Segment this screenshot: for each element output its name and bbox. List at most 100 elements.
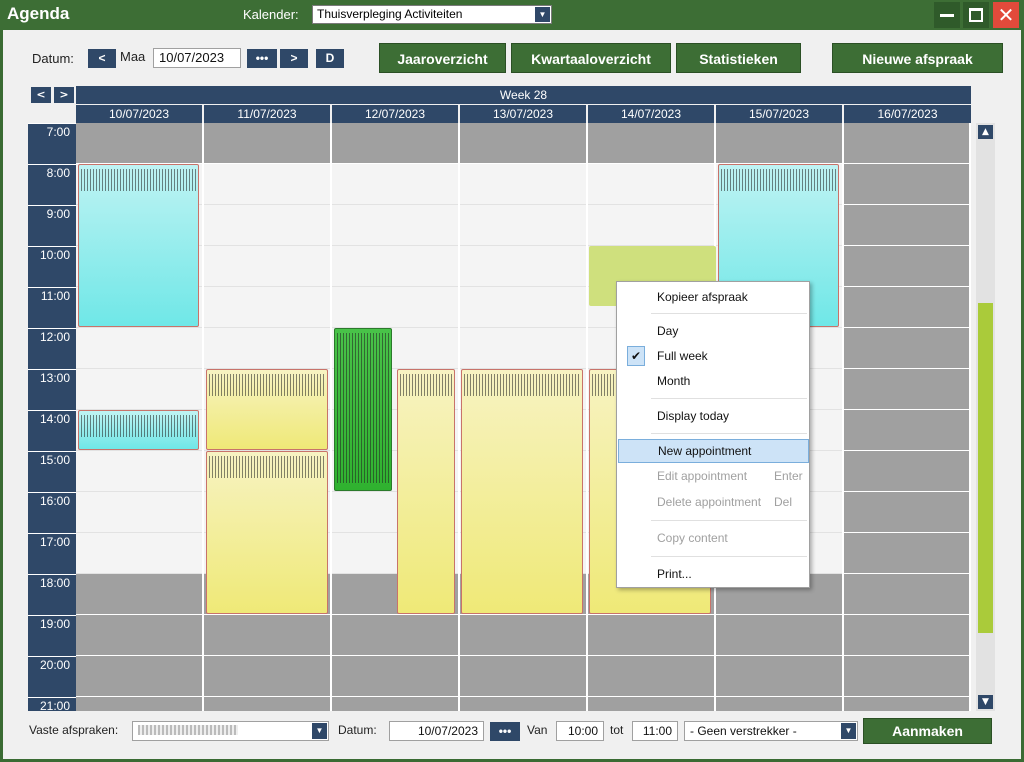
from-time-input[interactable]: 10:00 xyxy=(556,721,604,741)
appointment[interactable] xyxy=(206,451,328,614)
time-slot[interactable] xyxy=(588,205,714,246)
time-slot[interactable] xyxy=(716,123,842,164)
calendar-grid[interactable] xyxy=(76,123,971,711)
time-slot[interactable] xyxy=(844,615,969,656)
time-slot[interactable] xyxy=(204,328,330,369)
time-slot[interactable] xyxy=(844,328,969,369)
time-slot[interactable] xyxy=(844,164,969,205)
menu-item-print[interactable]: Print... xyxy=(617,563,809,585)
time-slot[interactable] xyxy=(204,164,330,205)
time-slot[interactable] xyxy=(332,287,458,328)
time-slot[interactable] xyxy=(716,697,842,711)
scrollbar-thumb[interactable] xyxy=(978,303,993,633)
appointment[interactable] xyxy=(78,164,199,327)
chevron-down-icon[interactable]: ▼ xyxy=(535,7,550,22)
time-slot[interactable] xyxy=(460,246,586,287)
chevron-down-icon[interactable]: ▼ xyxy=(312,723,327,739)
calendar-next-button[interactable]: > xyxy=(54,87,74,103)
new-appointment-button[interactable]: Nieuwe afspraak xyxy=(832,43,1003,73)
statistics-button[interactable]: Statistieken xyxy=(676,43,801,73)
time-slot[interactable] xyxy=(844,574,969,615)
time-slot[interactable] xyxy=(76,574,202,615)
calendar-prev-button[interactable]: < xyxy=(31,87,51,103)
time-slot[interactable] xyxy=(844,369,969,410)
menu-item-copy-content[interactable]: Copy content xyxy=(617,527,809,549)
time-slot[interactable] xyxy=(460,328,586,369)
chevron-down-icon[interactable]: ▼ xyxy=(841,723,856,739)
provider-select[interactable]: - Geen verstrekker - ▼ xyxy=(684,721,858,741)
time-slot[interactable] xyxy=(204,697,330,711)
time-slot[interactable] xyxy=(332,205,458,246)
time-slot[interactable] xyxy=(844,246,969,287)
time-slot[interactable] xyxy=(76,328,202,369)
time-slot[interactable] xyxy=(844,656,969,697)
time-slot[interactable] xyxy=(588,164,714,205)
day-header[interactable]: 14/07/2023 xyxy=(588,105,714,123)
scroll-down-icon[interactable]: ▼ xyxy=(978,695,993,709)
time-slot[interactable] xyxy=(588,123,714,164)
time-slot[interactable] xyxy=(588,656,714,697)
date-picker-button[interactable]: ••• xyxy=(247,49,277,68)
time-slot[interactable] xyxy=(332,246,458,287)
time-slot[interactable] xyxy=(460,656,586,697)
menu-item-full-week[interactable]: ✔ Full week xyxy=(617,345,809,367)
time-slot[interactable] xyxy=(76,533,202,574)
calendar-scrollbar[interactable]: ▲ ▼ xyxy=(976,123,995,711)
time-slot[interactable] xyxy=(204,246,330,287)
create-button[interactable]: Aanmaken xyxy=(863,718,992,744)
time-slot[interactable] xyxy=(76,492,202,533)
fixed-appointments-select[interactable]: ▼ xyxy=(132,721,329,741)
time-slot[interactable] xyxy=(588,697,714,711)
time-slot[interactable] xyxy=(844,451,969,492)
appointment[interactable] xyxy=(397,369,455,614)
day-header[interactable]: 12/07/2023 xyxy=(332,105,458,123)
menu-item-new-appointment[interactable]: New appointment xyxy=(618,439,809,463)
time-slot[interactable] xyxy=(460,164,586,205)
time-slot[interactable] xyxy=(332,123,458,164)
time-slot[interactable] xyxy=(588,615,714,656)
appointment[interactable] xyxy=(334,328,392,491)
time-slot[interactable] xyxy=(76,615,202,656)
menu-item-display-today[interactable]: Display today xyxy=(617,405,809,427)
time-slot[interactable] xyxy=(204,123,330,164)
close-button[interactable]: ✕ xyxy=(993,2,1019,28)
calendar-select[interactable]: Thuisverpleging Activiteiten ▼ xyxy=(312,5,552,24)
time-slot[interactable] xyxy=(76,697,202,711)
time-slot[interactable] xyxy=(204,205,330,246)
day-header[interactable]: 10/07/2023 xyxy=(76,105,202,123)
time-slot[interactable] xyxy=(460,615,586,656)
time-slot[interactable] xyxy=(716,615,842,656)
time-slot[interactable] xyxy=(460,205,586,246)
bottom-date-picker-button[interactable]: ••• xyxy=(490,722,520,741)
time-slot[interactable] xyxy=(844,287,969,328)
time-slot[interactable] xyxy=(332,164,458,205)
menu-item-day[interactable]: Day xyxy=(617,320,809,342)
time-slot[interactable] xyxy=(716,656,842,697)
day-header[interactable]: 13/07/2023 xyxy=(460,105,586,123)
time-slot[interactable] xyxy=(332,656,458,697)
time-slot[interactable] xyxy=(204,287,330,328)
appointment[interactable] xyxy=(206,369,328,450)
day-header[interactable]: 16/07/2023 xyxy=(844,105,971,123)
time-slot[interactable] xyxy=(76,123,202,164)
day-header[interactable]: 15/07/2023 xyxy=(716,105,842,123)
appointment[interactable] xyxy=(461,369,583,614)
prev-date-button[interactable]: < xyxy=(88,49,116,68)
day-header[interactable]: 11/07/2023 xyxy=(204,105,330,123)
appointment[interactable] xyxy=(78,410,199,450)
year-overview-button[interactable]: Jaaroverzicht xyxy=(379,43,506,73)
time-slot[interactable] xyxy=(76,369,202,410)
time-slot[interactable] xyxy=(204,615,330,656)
menu-item-edit-appointment[interactable]: Edit appointment Enter xyxy=(617,465,809,487)
day-column[interactable] xyxy=(844,123,971,711)
time-slot[interactable] xyxy=(460,123,586,164)
time-slot[interactable] xyxy=(460,287,586,328)
time-slot[interactable] xyxy=(460,697,586,711)
maximize-button[interactable] xyxy=(963,2,989,28)
menu-item-month[interactable]: Month xyxy=(617,370,809,392)
time-slot[interactable] xyxy=(844,123,969,164)
time-slot[interactable] xyxy=(76,656,202,697)
quarter-overview-button[interactable]: Kwartaaloverzicht xyxy=(511,43,671,73)
minimize-button[interactable] xyxy=(934,2,960,28)
time-slot[interactable] xyxy=(332,615,458,656)
